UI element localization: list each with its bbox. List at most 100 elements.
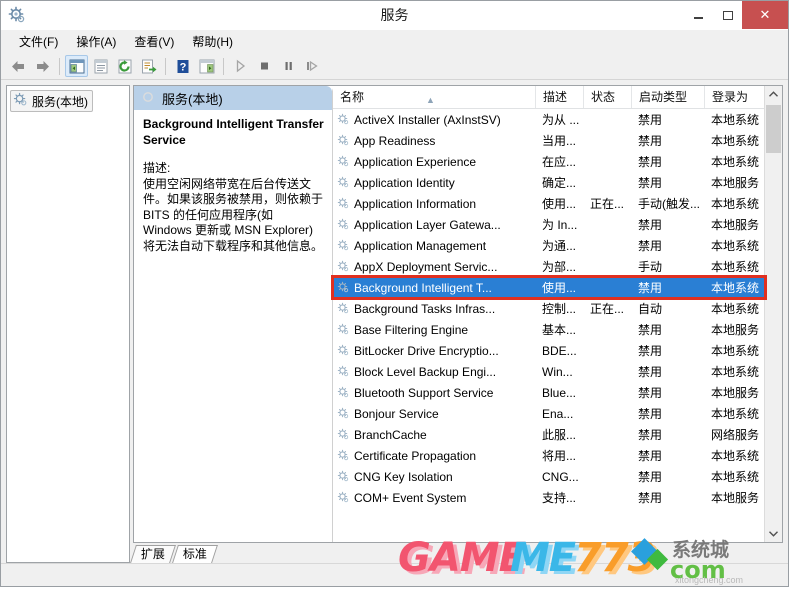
pause-icon [285,62,292,70]
menu-file[interactable]: 文件(F) [10,31,67,52]
title-bar: 服务 ✕ [1,1,788,30]
table-row[interactable]: Application Layer Gatewa... 为 In... 禁用 本地服务 [333,214,764,235]
cell-log-on-as: 本地服务 [711,218,760,232]
service-gear-icon [337,239,350,252]
table-row[interactable]: Background Tasks Infras... 控制... 正在... 自动 本地… [333,298,764,319]
table-row[interactable]: Block Level Backup Engi... Win... 禁用 本地系统 [333,361,764,382]
table-row[interactable]: Application Management 为通... 禁用 本地系统 [333,235,764,256]
status-bar [1,563,788,586]
table-row[interactable]: ActiveX Installer (AxInstSV) 为从 ... 禁用 本地系统 [333,109,764,130]
play-icon [236,59,246,73]
table-row[interactable]: Bonjour Service Ena... 禁用 本地系统 [333,403,764,424]
cell-startup-type: 禁用 [638,491,663,505]
list-vertical-scrollbar[interactable] [764,86,782,542]
column-header-startup-type[interactable]: 启动类型 [631,86,704,108]
cell-service-name: Application Information [333,197,535,211]
restart-service-button[interactable] [301,55,324,77]
table-row[interactable]: BranchCache 此服... 禁用 网络服务 [333,424,764,445]
cell-service-name: CNG Key Isolation [333,470,535,484]
table-row[interactable]: CNG Key Isolation CNG... 禁用 本地系统 [333,466,764,487]
cell-service-name: Bluetooth Support Service [333,386,535,400]
properties-icon [94,59,107,73]
tab-standard[interactable]: 标准 [172,545,218,563]
services-window: 服务 ✕ 文件(F) 操作(A) 查看(V) 帮助(H) ? 服务(本地) 服务… [0,0,789,587]
services-gear-icon [13,92,28,110]
details-pane-body: Background Intelligent Transfer Service … [134,110,332,254]
restart-icon [307,60,318,72]
cell-description: 确定... [542,176,577,190]
show-hide-tree-button[interactable] [65,55,88,77]
toolbar: ? [1,53,788,80]
cell-description: 使用... [542,197,577,211]
pause-service-button[interactable] [277,55,300,77]
table-row[interactable]: BitLocker Drive Encryptio... BDE... 禁用 本地系统 [333,340,764,361]
service-gear-icon [337,386,350,399]
service-gear-icon [337,134,350,147]
menu-help[interactable]: 帮助(H) [183,31,242,52]
cell-service-name: Background Tasks Infras... [333,302,535,316]
refresh-button[interactable] [113,55,136,77]
scrollbar-thumb[interactable] [766,105,781,153]
scroll-down-button[interactable] [765,525,782,542]
column-header-status[interactable]: 状态 [583,86,631,108]
stop-service-button[interactable] [253,55,276,77]
start-service-button[interactable] [229,55,252,77]
cell-description: 基本... [542,323,577,337]
service-name-label: Application Identity [354,175,455,190]
svg-text:?: ? [179,61,186,73]
menu-action[interactable]: 操作(A) [67,31,125,52]
table-row[interactable]: Base Filtering Engine 基本... 禁用 本地服务 [333,319,764,340]
cell-log-on-as: 本地系统 [711,197,760,211]
cell-service-name: ActiveX Installer (AxInstSV) [333,113,535,127]
services-list: 名称 ▲ 描述 状态 启动类型 登录为 ActiveX Installer (A… [332,86,764,542]
service-name-label: BranchCache [354,427,427,442]
cell-log-on-as: 本地系统 [711,407,760,421]
service-name-label: Application Layer Gatewa... [354,217,501,232]
cell-startup-type: 手动 [638,260,663,274]
cell-description: 为从 ... [542,113,580,127]
tab-extended-label: 扩展 [140,547,165,561]
table-row[interactable]: Background Intelligent T... 使用... 禁用 本地系统 [333,277,764,298]
minimize-button[interactable] [684,1,713,29]
cell-service-name: BranchCache [333,428,535,442]
cell-startup-type: 禁用 [638,176,663,190]
cell-description: Ena... [542,406,574,421]
service-name-label: Application Experience [354,154,477,169]
tab-extended[interactable]: 扩展 [130,545,176,563]
table-row[interactable]: App Readiness 当用... 禁用 本地系统 [333,130,764,151]
column-header-name[interactable]: 名称 ▲ [333,86,535,108]
cell-description: 将用... [542,449,577,463]
right-arrow-icon [37,60,49,72]
cell-log-on-as: 网络服务 [711,428,760,442]
column-header-description[interactable]: 描述 [535,86,583,108]
service-gear-icon [337,281,350,294]
refresh-icon [118,59,131,73]
table-row[interactable]: Application Experience 在应... 禁用 本地系统 [333,151,764,172]
forward-button[interactable] [31,55,54,77]
action-pane-icon [199,59,214,73]
table-row[interactable]: Certificate Propagation 将用... 禁用 本地系统 [333,445,764,466]
back-button[interactable] [7,55,30,77]
help-question-icon: ? [177,59,188,73]
properties-button[interactable] [89,55,112,77]
scrollbar-track[interactable] [765,103,782,525]
close-button[interactable]: ✕ [742,1,788,29]
table-row[interactable]: Bluetooth Support Service Blue... 禁用 本地服务 [333,382,764,403]
cell-startup-type: 自动 [638,302,663,316]
show-action-pane-button[interactable] [195,55,218,77]
help-button[interactable]: ? [171,55,194,77]
table-row[interactable]: Application Identity 确定... 禁用 本地服务 [333,172,764,193]
export-list-button[interactable] [137,55,160,77]
cell-description: BDE... [542,343,577,358]
service-gear-icon [337,260,350,273]
table-row[interactable]: AppX Deployment Servic... 为部... 手动 本地系统 [333,256,764,277]
menu-view[interactable]: 查看(V) [125,31,183,52]
service-gear-icon [337,113,350,126]
table-row[interactable]: COM+ Event System 支持... 禁用 本地服务 [333,487,764,508]
table-row[interactable]: Application Information 使用... 正在... 手动(触发..… [333,193,764,214]
cell-service-name: App Readiness [333,134,535,148]
maximize-button[interactable] [713,1,742,29]
cell-log-on-as: 本地系统 [711,134,760,148]
tree-node-services-local[interactable]: 服务(本地) [10,90,93,112]
scroll-up-button[interactable] [765,86,782,103]
